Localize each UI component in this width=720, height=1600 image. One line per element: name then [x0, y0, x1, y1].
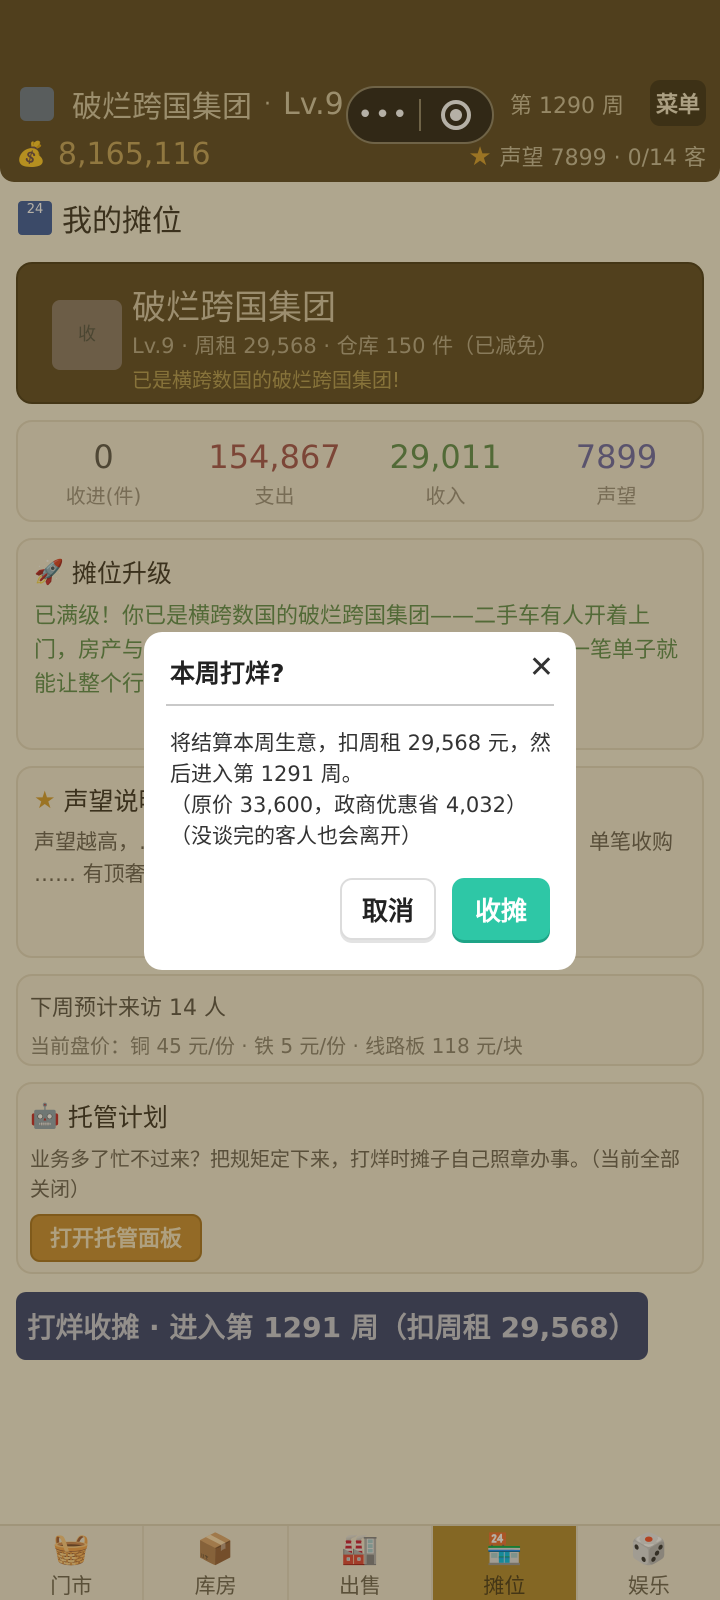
confirm-close-button[interactable]: 收摊	[452, 878, 550, 940]
dialog-customer-note: （没谈完的客人也会离开）	[170, 824, 422, 848]
dialog-message: 将结算本周生意，扣周租 29,568 元，然后进入第 1291 周。	[170, 731, 551, 786]
dialog-divider	[166, 704, 554, 706]
close-icon[interactable]: ✕	[529, 650, 554, 686]
close-shop-dialog: 本周打烊? ✕ 将结算本周生意，扣周租 29,568 元，然后进入第 1291 …	[144, 632, 576, 970]
dialog-title: 本周打烊?	[170, 659, 285, 688]
dialog-discount-note: （原价 33,600，政商优惠省 4,032）	[170, 793, 527, 817]
cancel-button[interactable]: 取消	[340, 878, 436, 940]
dialog-body: 将结算本周生意，扣周租 29,568 元，然后进入第 1291 周。 （原价 3…	[170, 728, 558, 852]
